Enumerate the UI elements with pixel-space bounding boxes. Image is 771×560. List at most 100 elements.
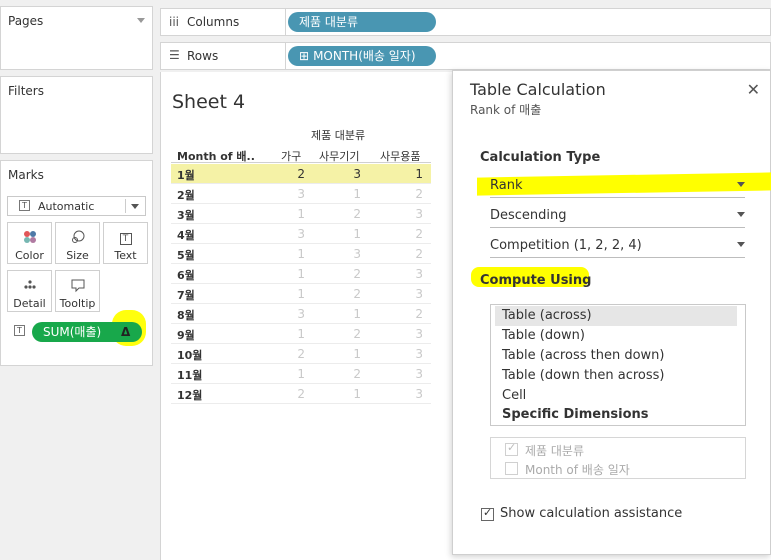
tooltip-label: Tooltip	[59, 297, 96, 310]
table-row[interactable]: 9월 1 2 3	[171, 324, 431, 344]
table-row[interactable]: 3월 1 2 3	[171, 204, 431, 224]
rank-method-value: Competition (1, 2, 2, 4)	[490, 238, 642, 253]
table-row[interactable]: 2월 3 1 2	[171, 184, 431, 204]
rank-cell: 3	[297, 307, 305, 321]
compute-option-cell[interactable]: Cell	[495, 386, 737, 406]
check-icon: ✓	[507, 441, 517, 454]
table-calculation-dialog: Table Calculation Rank of 매출 ✕ Calculati…	[452, 70, 771, 555]
table-row[interactable]: 10월 2 1 3	[171, 344, 431, 364]
rank-cell: 2	[353, 207, 361, 221]
color-button[interactable]: Color	[7, 222, 52, 264]
month-cell: 3월	[177, 209, 195, 222]
chevron-down-icon	[131, 204, 139, 209]
dimension-label-ship-month: Month of 배송 일자	[525, 463, 630, 477]
table-row[interactable]: 5월 1 3 2	[171, 244, 431, 264]
dialog-title: Table Calculation	[470, 80, 606, 99]
rank-cell: 3	[353, 167, 361, 181]
columns-label: Columns	[187, 15, 240, 29]
filters-title: Filters	[8, 84, 44, 98]
rows-label: Rows	[187, 49, 219, 63]
columns-pill[interactable]: 제품 대분류	[288, 12, 436, 32]
dimension-checkbox-ship-month[interactable]	[505, 462, 518, 475]
rank-cell: 1	[353, 307, 361, 321]
month-cell: 12월	[177, 389, 203, 402]
rows-shelf: ☰ Rows	[160, 42, 771, 70]
rank-method-select[interactable]: Competition (1, 2, 2, 4)	[490, 236, 745, 258]
compute-option-table-across[interactable]: Table (across)	[495, 306, 737, 326]
marks-title: Marks	[8, 168, 44, 182]
rows-pill[interactable]: ⊞ MONTH(배송 일자)	[288, 46, 436, 66]
rank-cell: 3	[415, 387, 423, 401]
expand-icon: ⊞	[299, 49, 310, 63]
show-assistance-label: Show calculation assistance	[500, 506, 683, 521]
rank-cell: 1	[297, 267, 305, 281]
measure-pill-label: SUM(매출)	[43, 325, 102, 339]
order-select[interactable]: Descending	[490, 206, 745, 228]
rank-cell: 3	[415, 207, 423, 221]
detail-label: Detail	[13, 297, 46, 310]
compute-option-table-down-then-across[interactable]: Table (down then across)	[495, 366, 737, 386]
compute-option-table-across-then-down[interactable]: Table (across then down)	[495, 346, 737, 366]
calculation-type-select[interactable]: Rank	[490, 176, 745, 198]
month-cell: 7월	[177, 289, 195, 302]
chevron-down-icon	[737, 182, 745, 187]
measure-pill[interactable]: SUM(매출) Δ	[32, 322, 142, 342]
rank-cell: 2	[297, 387, 305, 401]
month-cell: 5월	[177, 249, 195, 262]
table-row[interactable]: 8월 3 1 2	[171, 304, 431, 324]
pages-title: Pages	[8, 14, 44, 28]
table-calc-delta-icon: Δ	[121, 325, 131, 339]
text-button[interactable]: T Text	[103, 222, 148, 264]
month-cell: 10월	[177, 349, 203, 362]
column-group-header: 제품 대분류	[311, 129, 366, 142]
rank-cell: 3	[415, 367, 423, 381]
close-icon[interactable]: ✕	[747, 80, 760, 99]
rank-cell: 3	[415, 267, 423, 281]
table-row[interactable]: 4월 3 1 2	[171, 224, 431, 244]
month-cell: 8월	[177, 309, 195, 322]
table-row[interactable]: 11월 1 2 3	[171, 364, 431, 384]
dimension-label-category: 제품 대분류	[525, 444, 585, 458]
detail-button[interactable]: Detail	[7, 270, 52, 312]
tooltip-icon	[56, 277, 99, 293]
rank-cell: 2	[415, 227, 423, 241]
rank-cell: 3	[297, 187, 305, 201]
dimension-checkbox-category[interactable]: ✓	[505, 441, 518, 456]
size-button[interactable]: Size	[55, 222, 100, 264]
compute-using-label: Compute Using	[480, 273, 592, 288]
rank-cell: 3	[297, 227, 305, 241]
compute-using-list[interactable]: Table (across) Table (down) Table (acros…	[490, 304, 746, 426]
text-icon: T	[104, 229, 147, 245]
compute-option-table-down[interactable]: Table (down)	[495, 326, 737, 346]
month-cell: 4월	[177, 229, 195, 242]
rank-cell: 1	[353, 347, 361, 361]
mark-type-label: Automatic	[38, 200, 95, 213]
rank-cell: 1	[297, 207, 305, 221]
rank-cell: 1	[415, 167, 423, 181]
table-row[interactable]: 7월 1 2 3	[171, 284, 431, 304]
table-row[interactable]: 6월 1 2 3	[171, 264, 431, 284]
mark-type-select[interactable]: T Automatic	[7, 196, 146, 216]
dimensions-box: ✓ 제품 대분류 Month of 배송 일자	[490, 437, 746, 479]
rank-cell: 3	[353, 247, 361, 261]
shelf-divider	[285, 9, 286, 35]
size-label: Size	[66, 249, 89, 262]
rank-cell: 1	[353, 387, 361, 401]
month-cell: 9월	[177, 329, 195, 342]
table-row[interactable]: 1월 2 3 1	[171, 164, 431, 184]
rank-cell: 1	[297, 287, 305, 301]
pages-dropdown-icon[interactable]	[137, 18, 145, 23]
rank-cell: 3	[415, 287, 423, 301]
rank-cell: 2	[415, 307, 423, 321]
rank-cell: 2	[415, 187, 423, 201]
tooltip-button[interactable]: Tooltip	[55, 270, 100, 312]
color-label: Color	[15, 249, 44, 262]
month-cell: 11월	[177, 369, 203, 382]
text-label: Text	[114, 249, 137, 262]
divider	[125, 199, 126, 213]
show-assistance-checkbox[interactable]: ✓	[481, 506, 494, 521]
compute-option-specific-dimensions[interactable]: Specific Dimensions	[495, 405, 737, 425]
rank-cell: 1	[353, 187, 361, 201]
columns-icon: iii	[169, 15, 180, 29]
table-row[interactable]: 12월 2 1 3	[171, 384, 431, 404]
